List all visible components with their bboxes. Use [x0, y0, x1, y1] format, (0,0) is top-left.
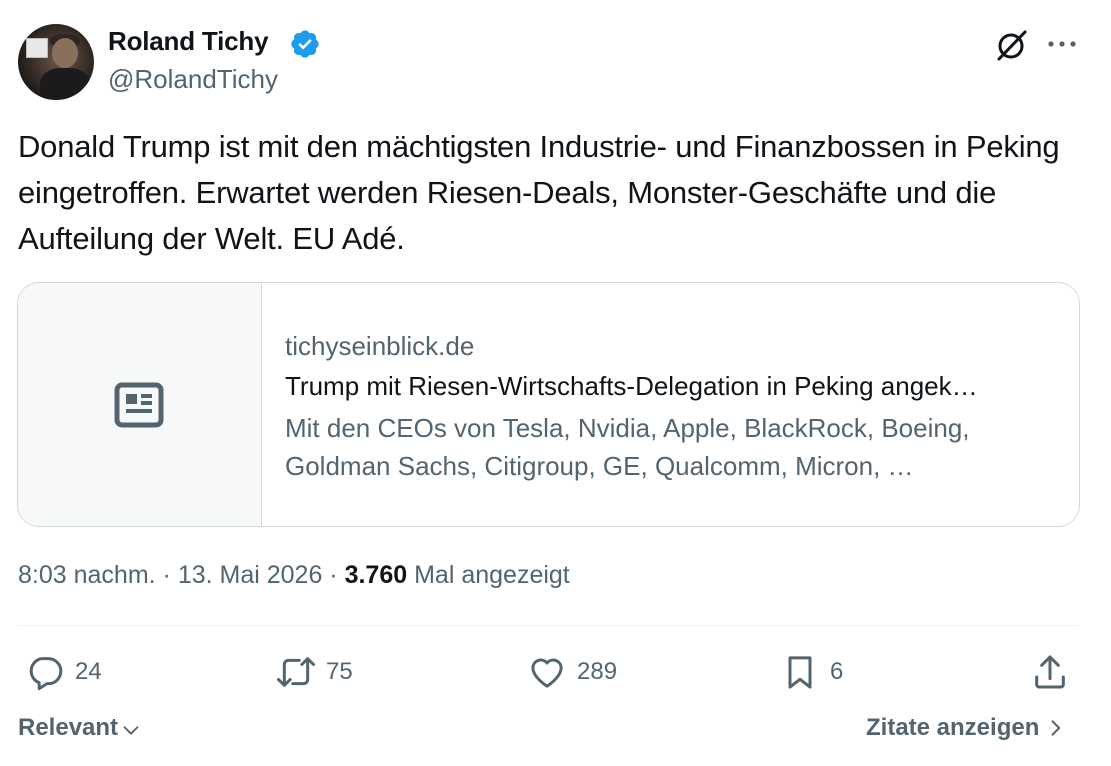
bookmark-button[interactable]: 6: [780, 650, 843, 694]
share-icon: [1035, 655, 1065, 689]
repost-button[interactable]: 75: [276, 650, 353, 694]
chevron-right-icon: [1051, 720, 1061, 736]
card-description: Mit den CEOs von Tesla, Nvidia, Apple, B…: [285, 413, 970, 481]
chevron-down-icon: [123, 726, 139, 735]
reply-count: 24: [75, 658, 102, 685]
repost-count: 75: [326, 658, 353, 685]
link-preview-card[interactable]: tichyseinblick.de Trump mit Riesen-Wirts…: [17, 282, 1080, 527]
tweet-meta: 8:03 nachm. · 13. Mai 2026 · 3.760 Mal a…: [18, 561, 570, 590]
bookmark-icon: [788, 656, 812, 689]
sort-replies-dropdown[interactable]: Relevant: [18, 714, 142, 742]
tweet-time[interactable]: 8:03 nachm.: [18, 561, 156, 589]
avatar-head: [52, 38, 78, 68]
reply-icon: [29, 657, 63, 691]
like-button[interactable]: 289: [527, 650, 617, 694]
grok-icon[interactable]: [995, 28, 1029, 62]
verified-badge-icon[interactable]: [289, 28, 321, 60]
avatar-background-frame: [26, 38, 48, 58]
card-domain: tichyseinblick.de: [285, 331, 475, 361]
avatar[interactable]: [18, 24, 94, 100]
author-display-name[interactable]: Roland Tichy: [108, 26, 269, 57]
news-icon: [114, 382, 164, 428]
card-media: [18, 283, 262, 526]
share-button[interactable]: [1030, 650, 1070, 694]
like-count: 289: [577, 658, 618, 685]
meta-separator: ·: [322, 561, 345, 589]
view-quotes-link[interactable]: Zitate anzeigen: [866, 714, 1065, 742]
repost-icon: [277, 657, 315, 687]
views-label: Mal angezeigt: [414, 561, 570, 589]
card-title: Trump mit Riesen-Wirtschafts-Delegation …: [285, 371, 978, 401]
reply-button[interactable]: 24: [25, 650, 102, 694]
author-handle[interactable]: @RolandTichy: [108, 64, 278, 95]
divider: [18, 625, 1078, 626]
heart-icon: [531, 658, 563, 688]
avatar-body: [40, 68, 90, 100]
more-options-icon[interactable]: [1046, 34, 1078, 54]
sort-label: Relevant: [18, 714, 119, 741]
quotes-label: Zitate anzeigen: [866, 714, 1040, 741]
tweet-text: Donald Trump ist mit den mächtigsten Ind…: [18, 129, 1060, 256]
meta-separator: ·: [155, 561, 178, 589]
views-count: 3.760: [344, 561, 408, 589]
bookmark-count: 6: [830, 658, 844, 685]
tweet-date[interactable]: 13. Mai 2026: [178, 561, 323, 589]
